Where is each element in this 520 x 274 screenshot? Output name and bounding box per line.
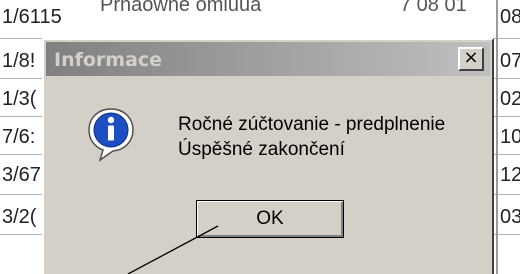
pointer-line bbox=[127, 225, 219, 274]
